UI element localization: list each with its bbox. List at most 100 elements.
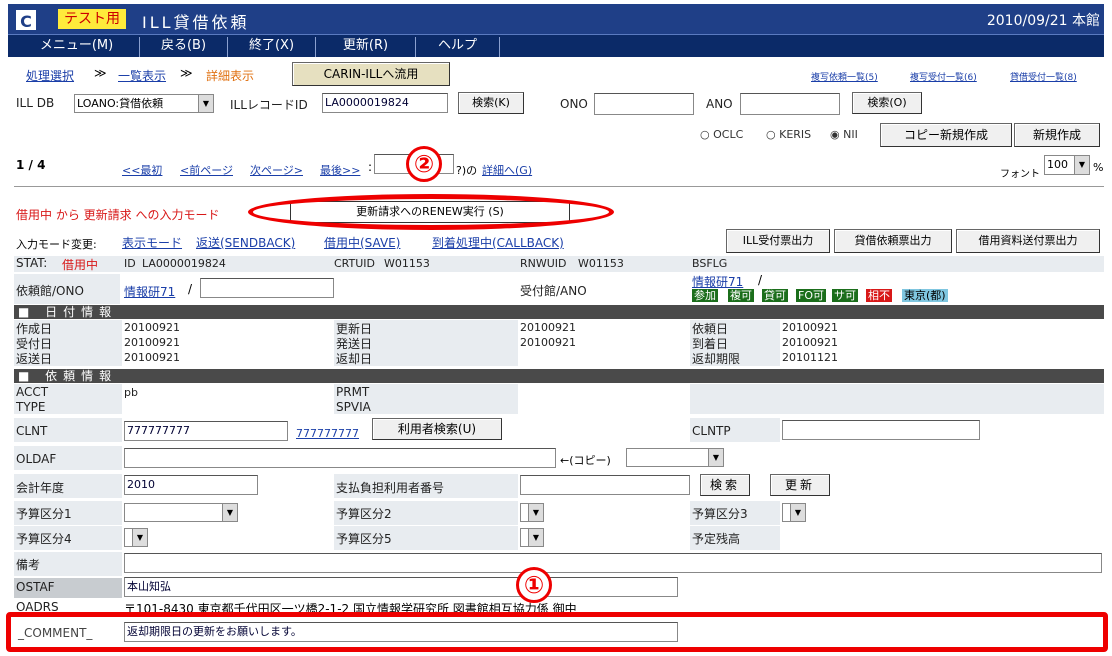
ill-record-id-input[interactable]: LA0000019824 <box>322 93 448 113</box>
user-search-button[interactable]: 利用者検索(U) <box>372 418 502 440</box>
menu-item-help[interactable]: ヘルプ <box>416 37 500 57</box>
payer-update-button[interactable]: 更新 <box>770 474 830 496</box>
ano-input[interactable] <box>740 93 840 115</box>
library-tag: 相不 <box>866 289 892 302</box>
chevron-down-icon: ▼ <box>222 504 237 521</box>
ill-db-select[interactable]: LOANO:貸借依頼 ▼ <box>74 94 214 113</box>
budget-4-select[interactable]: ▼ <box>124 528 148 547</box>
page-first-link[interactable]: <<最初 <box>122 162 162 178</box>
library-tag: 複可 <box>728 289 754 302</box>
breadcrumb-list-view[interactable]: 一覧表示 <box>118 67 166 84</box>
date-value: 20100921 <box>782 336 838 349</box>
radio-nii[interactable]: ◉ NII <box>830 128 858 141</box>
ostaf-input[interactable]: 本山知弘 <box>124 577 678 597</box>
fiscal-year-input[interactable]: 2010 <box>124 475 258 495</box>
ono-label: ONO <box>560 97 588 111</box>
link-copy-request-list[interactable]: 複写依頼一覧(5) <box>811 70 878 83</box>
payer-search-button[interactable]: 検索 <box>700 474 750 496</box>
acct-value: pb <box>124 386 138 399</box>
id-value: LA0000019824 <box>142 257 226 270</box>
type-label: TYPE <box>16 400 46 414</box>
copy-new-button[interactable]: コピー新規作成 <box>880 123 1012 147</box>
detail-link[interactable]: 詳細へ(G) <box>482 162 532 178</box>
font-label: フォント <box>1000 169 1040 180</box>
copy-arrow-label: ←(コピー) <box>560 454 611 467</box>
highlight-ellipse <box>248 194 614 230</box>
menu-item-refresh[interactable]: 更新(R) <box>316 37 416 57</box>
budget-1-select[interactable]: ▼ <box>124 503 238 522</box>
carin-ill-button[interactable]: CARIN-ILLへ流用 <box>292 62 450 86</box>
budget-3-select[interactable]: ▼ <box>782 503 806 522</box>
acct-label: ACCT <box>16 385 49 399</box>
link-loan-receive-list[interactable]: 貸借受付一覧(8) <box>1010 70 1077 83</box>
ill-receipt-print-button[interactable]: ILL受付票出力 <box>726 229 830 253</box>
date-label: 返送日 <box>16 352 53 366</box>
clnt-input[interactable]: 777777777 <box>124 421 288 441</box>
budget-2-label: 予算区分2 <box>336 507 392 521</box>
page-indicator: 1 / 4 <box>16 158 46 172</box>
rnwuid-value: W01153 <box>578 257 624 270</box>
loan-request-print-button[interactable]: 貸借依頼票出力 <box>834 229 952 253</box>
link-copy-receive-list[interactable]: 複写受付一覧(6) <box>910 70 977 83</box>
ono-input[interactable] <box>594 93 694 115</box>
chevron-down-icon: ▼ <box>708 449 723 466</box>
clntp-label: CLNTP <box>692 424 731 438</box>
budget-1-label: 予算区分1 <box>16 507 72 521</box>
request-library-link[interactable]: 情報研71 <box>124 283 175 300</box>
page-next-link[interactable]: 次ページ> <box>250 162 303 178</box>
chevron-down-icon: ▼ <box>132 529 147 546</box>
chevron-down-icon: ▼ <box>528 504 543 521</box>
comment-input[interactable]: 返却期限日の更新をお願いします。 <box>124 622 678 642</box>
oldaf-input[interactable] <box>124 448 556 468</box>
budget-2-select[interactable]: ▼ <box>520 503 544 522</box>
chevron-down-icon: ▼ <box>790 504 805 521</box>
new-button[interactable]: 新規作成 <box>1014 123 1100 147</box>
date-value: 20100921 <box>124 336 180 349</box>
menu-item-exit[interactable]: 終了(X) <box>228 37 316 57</box>
breadcrumb-process-select[interactable]: 処理選択 <box>26 67 74 84</box>
date-section-header: ■ 日付情報 <box>14 305 1104 319</box>
date-value: 20100921 <box>124 351 180 364</box>
page-colon: : <box>368 160 373 174</box>
radio-oclc[interactable]: ○ OCLC <box>700 128 743 141</box>
annotation-2: ② <box>406 146 442 182</box>
ill-record-id-label: ILLレコードID <box>230 98 308 112</box>
request-section-header: ■ 依頼情報 <box>14 369 1104 383</box>
budget-5-select[interactable]: ▼ <box>520 528 544 547</box>
percent-label: % <box>1093 161 1104 174</box>
date-label: 返却日 <box>336 352 373 366</box>
font-size-select[interactable]: 100 ▼ <box>1044 155 1090 175</box>
oldaf-label: OLDAF <box>16 452 57 466</box>
mode-callback-link[interactable]: 到着処理中(CALLBACK) <box>432 234 564 251</box>
menu-item-menu[interactable]: メニュー(M) <box>14 37 140 57</box>
ano-label: ANO <box>706 97 733 111</box>
page-prev-link[interactable]: <前ページ <box>180 162 233 178</box>
loan-material-print-button[interactable]: 借用資料送付票出力 <box>956 229 1100 253</box>
date-location: 2010/09/21 本館 <box>986 13 1100 29</box>
date-value: 20100921 <box>782 321 838 334</box>
receive-library-link[interactable]: 情報研71 <box>692 273 743 290</box>
page-of-label: ?)の <box>456 164 478 177</box>
clnt-link[interactable]: 777777777 <box>296 427 359 440</box>
search-o-button[interactable]: 検索(O) <box>852 92 922 114</box>
mode-sendback-link[interactable]: 返送(SENDBACK) <box>196 234 295 251</box>
clntp-input[interactable] <box>782 420 980 440</box>
chevron-down-icon: ▼ <box>528 529 543 546</box>
oldaf-copy-select[interactable]: ▼ <box>626 448 724 467</box>
payer-user-number-label: 支払負担利用者番号 <box>336 481 445 495</box>
menu-item-back[interactable]: 戻る(B) <box>140 37 228 57</box>
fiscal-year-label: 会計年度 <box>16 481 65 495</box>
remarks-input[interactable] <box>124 553 1102 573</box>
date-value: 20100921 <box>520 321 576 334</box>
ono-value-input[interactable] <box>200 278 334 298</box>
mode-display-link[interactable]: 表示モード <box>122 234 182 251</box>
mode-save-link[interactable]: 借用中(SAVE) <box>324 234 400 251</box>
search-k-button[interactable]: 検索(K) <box>458 92 524 114</box>
request-library-label: 依頼館/ONO <box>16 284 84 298</box>
chevron-down-icon: ▼ <box>1074 156 1089 174</box>
radio-keris[interactable]: ○ KERIS <box>766 128 811 141</box>
page-last-link[interactable]: 最後>> <box>320 162 360 178</box>
date-value: 20100921 <box>520 336 576 349</box>
stat-label: STAT: <box>16 256 48 270</box>
payer-user-number-input[interactable] <box>520 475 690 495</box>
